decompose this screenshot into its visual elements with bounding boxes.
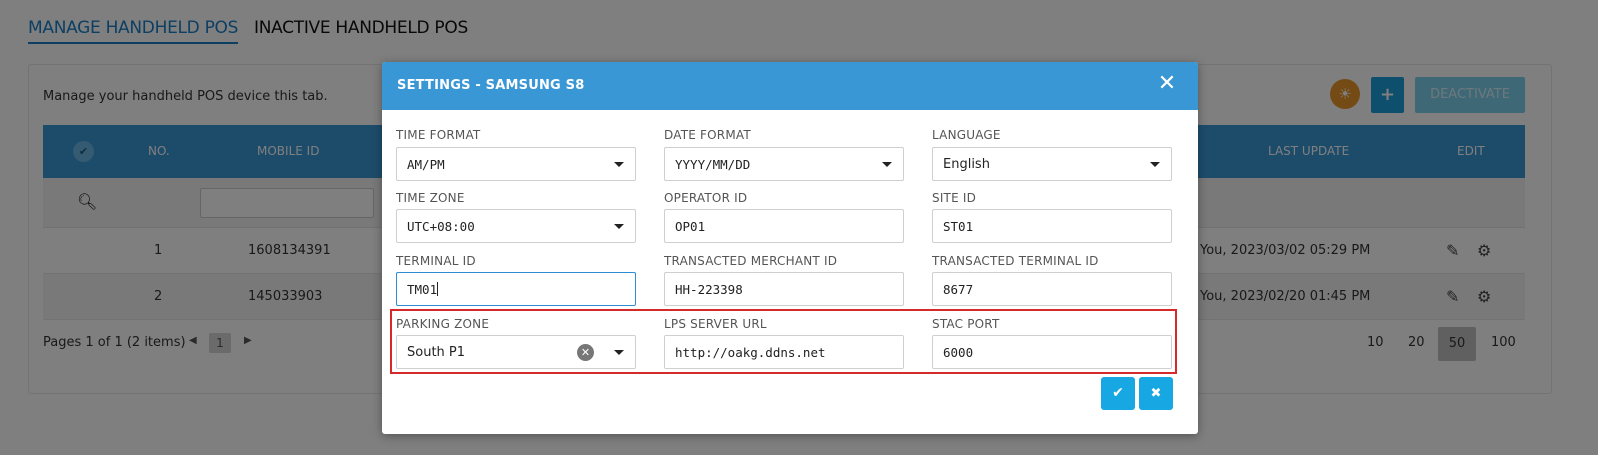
time-format-select[interactable]: AM/PM xyxy=(396,147,636,181)
chevron-down-icon xyxy=(614,350,624,355)
date-format-select[interactable]: YYYY/MM/DD xyxy=(664,147,904,181)
site-id-input[interactable]: ST01 xyxy=(932,209,1172,243)
modal-header: SETTINGS - SAMSUNG S8 ✕ xyxy=(382,62,1198,110)
transacted-merchant-id-value: HH-223398 xyxy=(675,282,743,297)
language-value: English xyxy=(943,157,990,172)
stac-port-label: STAC PORT xyxy=(932,317,1000,331)
parking-zone-label: PARKING ZONE xyxy=(396,317,490,331)
clear-icon[interactable]: ✕ xyxy=(577,344,594,361)
check-icon: ✔ xyxy=(1112,385,1124,401)
site-id-value: ST01 xyxy=(943,219,974,234)
terminal-id-value: TM01 xyxy=(407,282,439,297)
language-label: LANGUAGE xyxy=(932,128,1001,142)
close-icon: ✖ xyxy=(1150,386,1162,401)
terminal-id-label: TERMINAL ID xyxy=(396,254,476,268)
stac-port-value: 6000 xyxy=(943,345,974,360)
stac-port-input[interactable]: 6000 xyxy=(932,335,1172,369)
time-zone-label: TIME ZONE xyxy=(396,191,465,205)
lps-server-url-input[interactable]: http://oakg.ddns.net xyxy=(664,335,904,369)
settings-modal: SETTINGS - SAMSUNG S8 ✕ TIME FORMAT AM/P… xyxy=(382,62,1198,434)
chevron-down-icon xyxy=(614,162,624,167)
modal-title: SETTINGS - SAMSUNG S8 xyxy=(397,78,585,93)
chevron-down-icon xyxy=(614,224,624,229)
lps-server-url-value: http://oakg.ddns.net xyxy=(675,345,826,360)
operator-id-value: OP01 xyxy=(675,219,706,234)
chevron-down-icon xyxy=(1150,162,1160,167)
time-format-value: AM/PM xyxy=(407,157,445,172)
date-format-value: YYYY/MM/DD xyxy=(675,157,751,172)
time-zone-select[interactable]: UTC+08:00 xyxy=(396,209,636,243)
transacted-terminal-id-label: TRANSACTED TERMINAL ID xyxy=(932,254,1099,268)
cancel-button[interactable]: ✖ xyxy=(1139,377,1173,410)
date-format-label: DATE FORMAT xyxy=(664,128,751,142)
parking-zone-select[interactable]: South P1 ✕ xyxy=(396,335,636,369)
operator-id-input[interactable]: OP01 xyxy=(664,209,904,243)
site-id-label: SITE ID xyxy=(932,191,977,205)
chevron-down-icon xyxy=(882,162,892,167)
parking-zone-value: South P1 xyxy=(407,345,466,360)
transacted-terminal-id-input[interactable]: 8677 xyxy=(932,272,1172,306)
transacted-merchant-id-input[interactable]: HH-223398 xyxy=(664,272,904,306)
terminal-id-input[interactable]: TM01 xyxy=(396,272,636,306)
lps-server-url-label: LPS SERVER URL xyxy=(664,317,767,331)
confirm-button[interactable]: ✔ xyxy=(1101,377,1135,410)
time-format-label: TIME FORMAT xyxy=(396,128,481,142)
language-select[interactable]: English xyxy=(932,147,1172,181)
transacted-merchant-id-label: TRANSACTED MERCHANT ID xyxy=(664,254,838,268)
transacted-terminal-id-value: 8677 xyxy=(943,282,974,297)
close-icon[interactable]: ✕ xyxy=(1154,71,1180,97)
time-zone-value: UTC+08:00 xyxy=(407,219,475,234)
operator-id-label: OPERATOR ID xyxy=(664,191,748,205)
